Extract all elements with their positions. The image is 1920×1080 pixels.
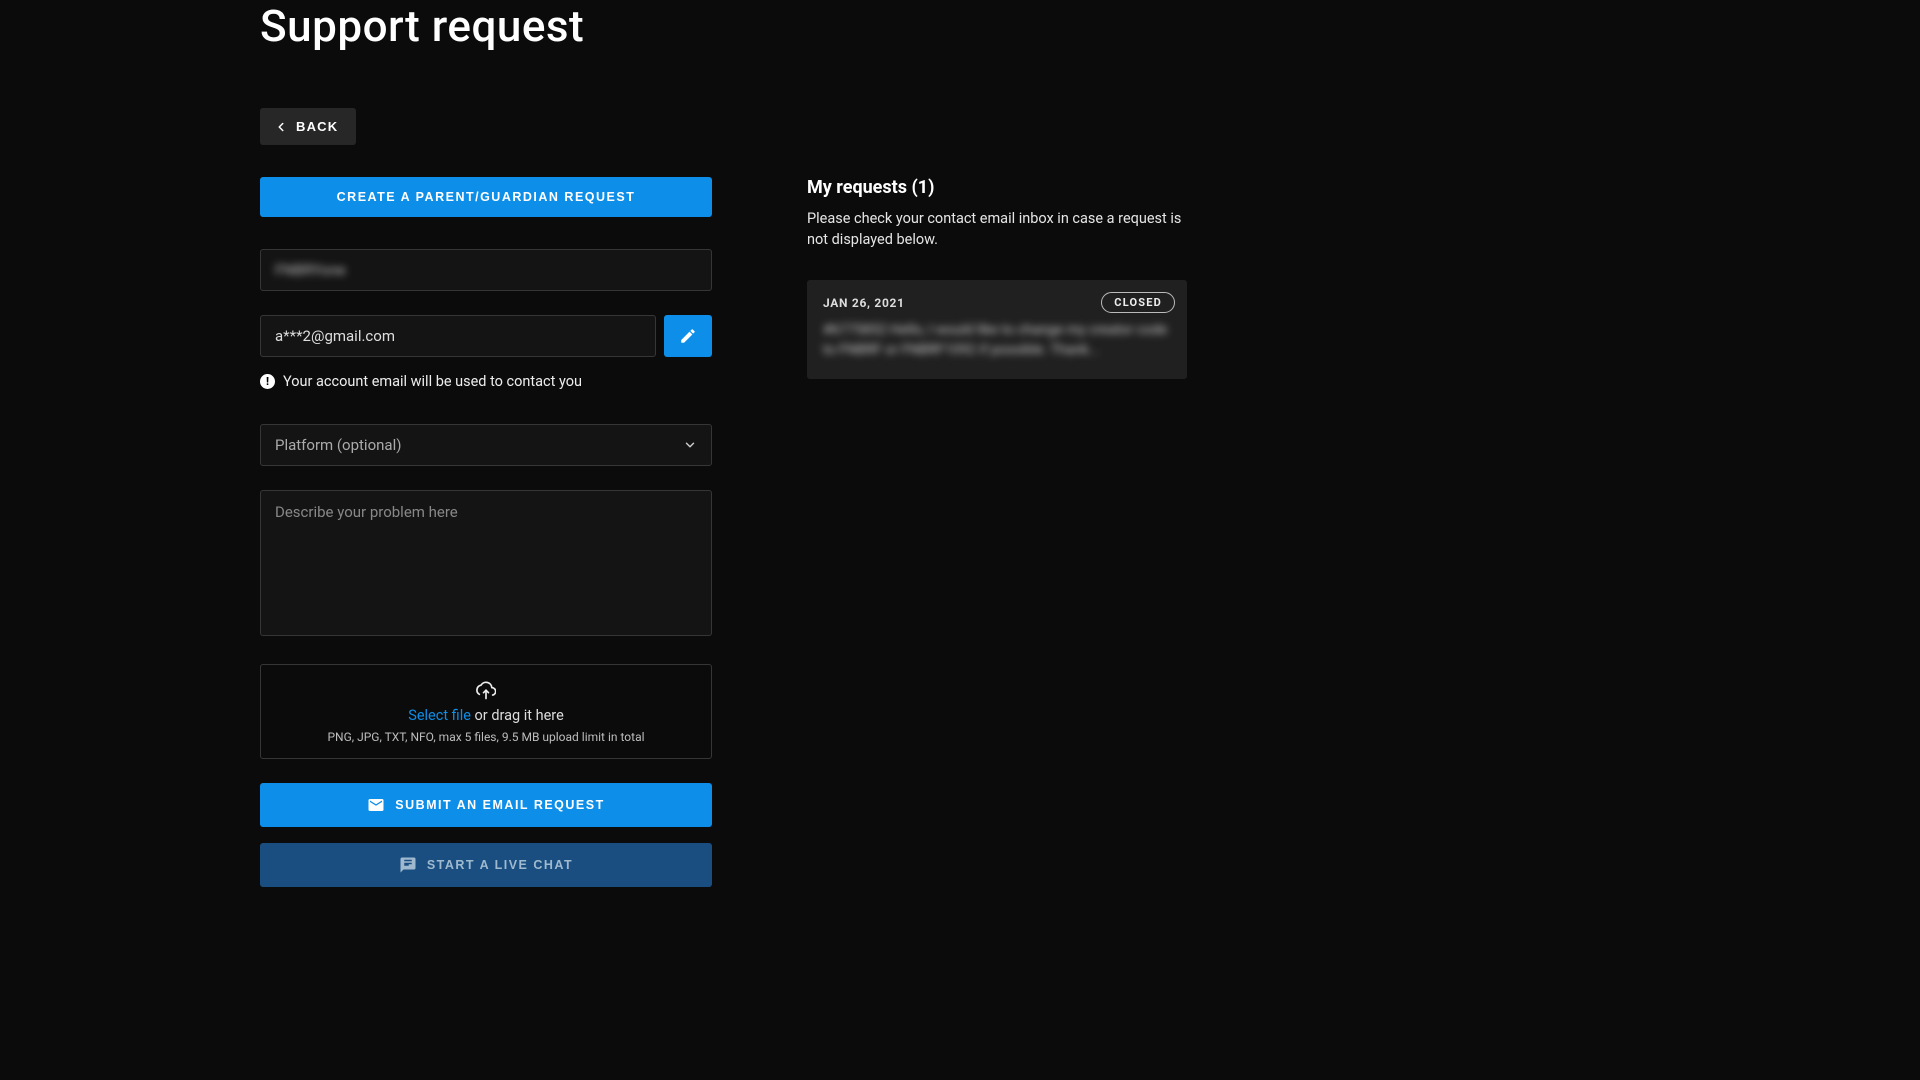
email-helper-text: Your account email will be used to conta…	[283, 373, 582, 390]
back-button[interactable]: BACK	[260, 108, 356, 145]
chat-icon	[399, 856, 417, 874]
username-value: FNBRYone	[275, 261, 346, 279]
submit-email-label: SUBMIT AN EMAIL REQUEST	[395, 798, 605, 812]
start-chat-button[interactable]: START A LIVE CHAT	[260, 843, 712, 887]
request-card[interactable]: JAN 26, 2021 CLOSED #6775852 Hello, I wo…	[807, 280, 1187, 379]
email-helper-row: ! Your account email will be used to con…	[260, 373, 712, 390]
request-preview: #6775852 Hello, I would like to change m…	[823, 320, 1171, 361]
email-field[interactable]: a***2@gmail.com	[260, 315, 656, 357]
page-title: Support request	[260, 0, 1660, 52]
create-parent-guardian-button[interactable]: CREATE A PARENT/GUARDIAN REQUEST	[260, 177, 712, 217]
requests-heading: My requests (1)	[807, 177, 1187, 198]
status-badge: CLOSED	[1101, 292, 1175, 313]
back-label: BACK	[296, 119, 338, 134]
upload-icon	[476, 681, 496, 701]
requests-note: Please check your contact email inbox in…	[807, 208, 1187, 250]
edit-icon	[679, 327, 697, 345]
chevron-left-icon	[274, 120, 288, 134]
start-chat-label: START A LIVE CHAT	[427, 858, 573, 872]
mail-icon	[367, 796, 385, 814]
email-value: a***2@gmail.com	[275, 327, 395, 345]
create-parent-guardian-label: CREATE A PARENT/GUARDIAN REQUEST	[337, 190, 636, 204]
dropzone-line1: Select file or drag it here	[408, 707, 564, 724]
edit-email-button[interactable]	[664, 315, 712, 357]
info-icon: !	[260, 374, 275, 389]
select-file-link[interactable]: Select file	[408, 707, 471, 724]
chevron-down-icon	[683, 438, 697, 452]
description-textarea[interactable]	[260, 490, 712, 636]
dropzone-hint: PNG, JPG, TXT, NFO, max 5 files, 9.5 MB …	[327, 730, 644, 744]
file-dropzone[interactable]: Select file or drag it here PNG, JPG, TX…	[260, 664, 712, 759]
username-field[interactable]: FNBRYone	[260, 249, 712, 291]
platform-select[interactable]: Platform (optional)	[260, 424, 712, 466]
dropzone-rest: or drag it here	[471, 707, 564, 724]
platform-placeholder: Platform (optional)	[275, 436, 401, 454]
submit-email-button[interactable]: SUBMIT AN EMAIL REQUEST	[260, 783, 712, 827]
